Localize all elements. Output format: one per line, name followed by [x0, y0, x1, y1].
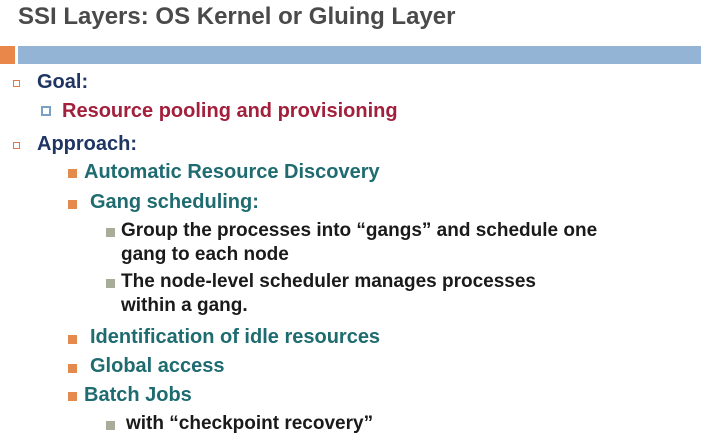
- idle-resources-item: Identification of idle resources: [90, 326, 381, 348]
- square-bullet-icon: [68, 169, 77, 178]
- title-divider-bar: [0, 46, 701, 64]
- global-access-item: Global access: [90, 355, 225, 377]
- title-bar-accent: [0, 46, 15, 64]
- goal-label: Goal:: [37, 71, 89, 93]
- gang-point-2-line-1: The node-level scheduler manages process…: [121, 271, 537, 292]
- batch-jobs-item: Batch Jobs: [84, 384, 192, 406]
- gang-scheduling-item: Gang scheduling:: [90, 191, 259, 213]
- square-bullet-icon: [106, 279, 115, 288]
- gang-point-1-line-1: Group the processes into “gangs” and sch…: [121, 220, 598, 241]
- square-bullet-icon: [41, 106, 51, 116]
- square-bullet-icon: [68, 364, 77, 373]
- goal-item: Resource pooling and provisioning: [62, 100, 398, 122]
- gang-point-1-line-2: gang to each node: [121, 244, 289, 265]
- square-bullet-icon: [68, 392, 77, 401]
- square-bullet-icon: [106, 228, 115, 237]
- square-bullet-icon: [68, 200, 77, 209]
- square-bullet-icon: [106, 421, 115, 430]
- square-bullet-icon: [13, 142, 20, 149]
- gang-point-2-line-2: within a gang.: [121, 295, 248, 316]
- batch-point: with “checkpoint recovery”: [126, 413, 374, 434]
- square-bullet-icon: [13, 80, 20, 87]
- auto-discovery-item: Automatic Resource Discovery: [84, 161, 380, 183]
- square-bullet-icon: [68, 335, 77, 344]
- approach-label: Approach:: [37, 133, 137, 155]
- slide-title: SSI Layers: OS Kernel or Gluing Layer: [18, 3, 456, 30]
- title-bar-band: [18, 46, 701, 64]
